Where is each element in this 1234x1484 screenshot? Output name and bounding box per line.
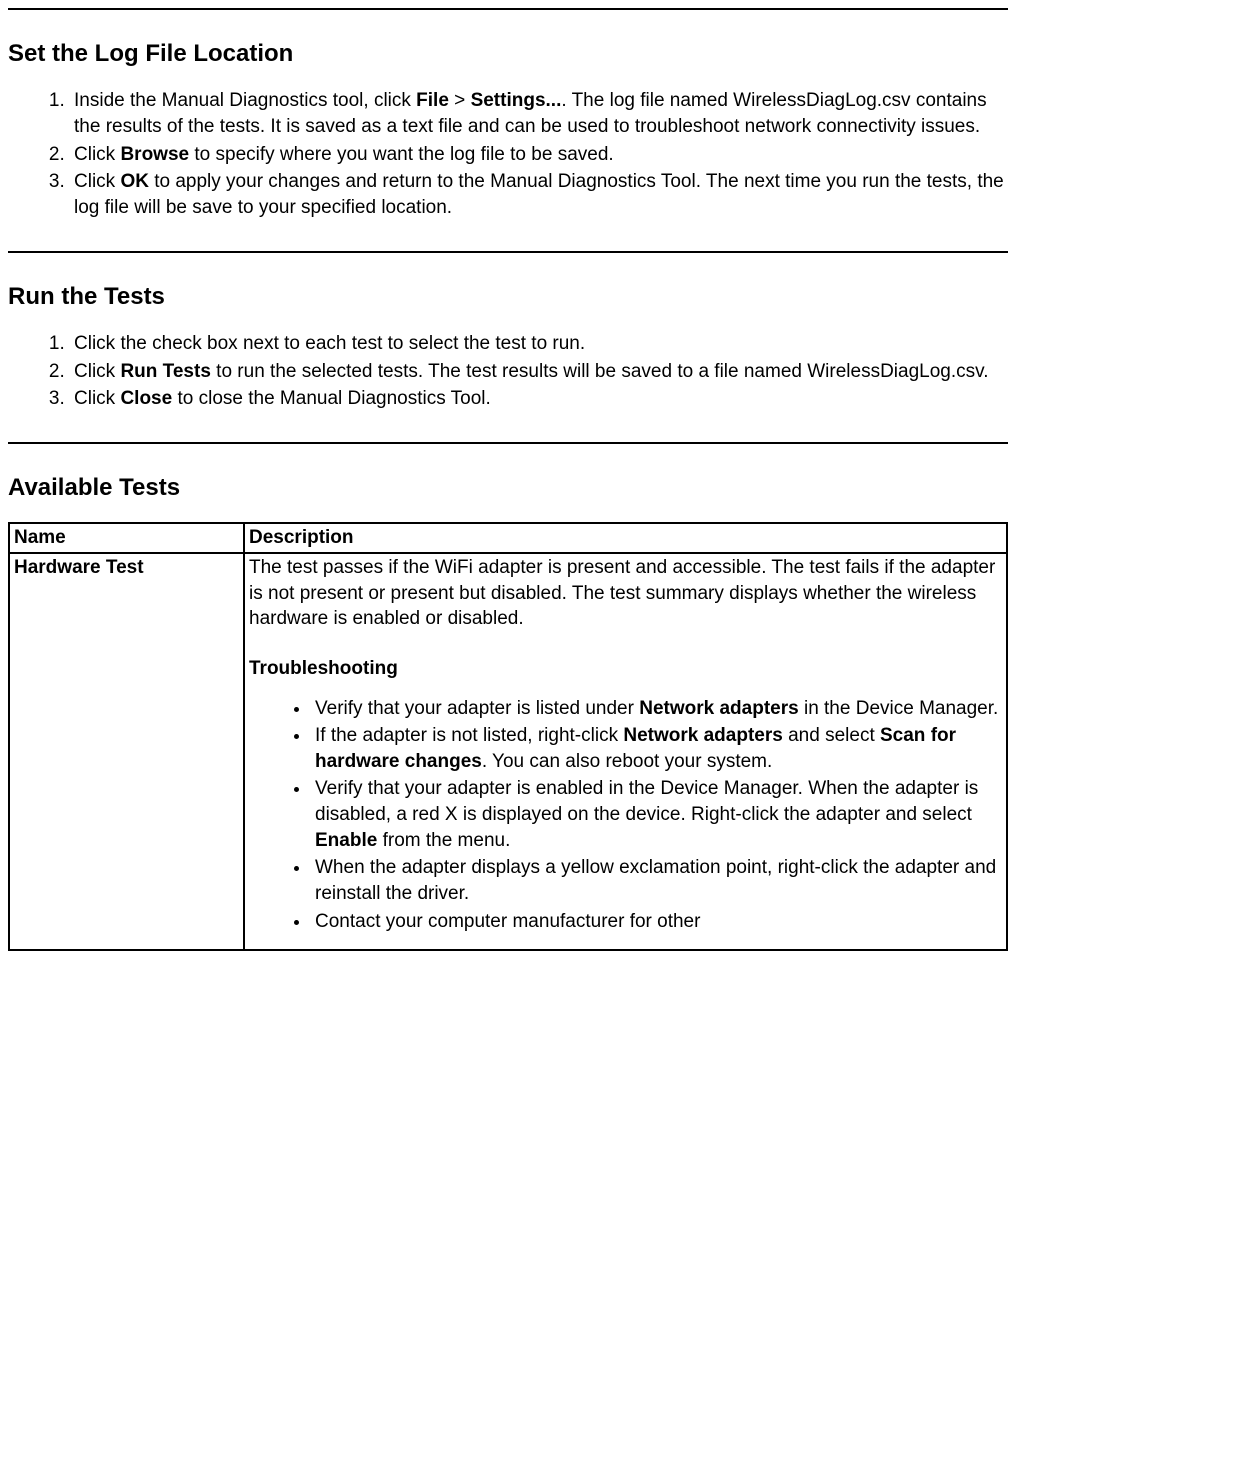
list-item: Contact your computer manufacturer for o… (311, 909, 1002, 935)
table-header-name: Name (9, 523, 244, 553)
text: to run the selected tests. The test resu… (211, 361, 989, 382)
test-description-cell: The test passes if the WiFi adapter is p… (244, 553, 1007, 950)
bold-text: Network adapters (623, 725, 782, 746)
table-header-row: Name Description (9, 523, 1007, 553)
text: Click (74, 144, 120, 165)
text: Click (74, 171, 120, 192)
text: Verify that your adapter is enabled in t… (315, 778, 978, 825)
bold-text: Close (120, 388, 172, 409)
bold-text: Settings... (471, 90, 562, 111)
text: to specify where you want the log file t… (189, 144, 614, 165)
test-name-cell: Hardware Test (9, 553, 244, 950)
list-item: Click Close to close the Manual Diagnost… (70, 386, 1008, 412)
list-item: Click OK to apply your changes and retur… (70, 169, 1008, 220)
available-tests-table: Name Description Hardware Test The test … (8, 522, 1008, 951)
section-divider (8, 442, 1008, 444)
troubleshooting-heading: Troubleshooting (249, 656, 1002, 682)
list-item: Click the check box next to each test to… (70, 331, 1008, 357)
text: from the menu. (377, 830, 510, 851)
heading-available-tests: Available Tests (8, 472, 1008, 504)
list-item: When the adapter displays a yellow excla… (311, 855, 1002, 906)
table-row: Hardware Test The test passes if the WiF… (9, 553, 1007, 950)
set-log-file-steps: Inside the Manual Diagnostics tool, clic… (8, 88, 1008, 220)
text: and select (783, 725, 880, 746)
bold-text: OK (120, 171, 149, 192)
run-tests-steps: Click the check box next to each test to… (8, 331, 1008, 412)
list-item: Verify that your adapter is enabled in t… (311, 776, 1002, 853)
heading-set-log-file-location: Set the Log File Location (8, 38, 1008, 70)
text: If the adapter is not listed, right-clic… (315, 725, 623, 746)
bold-text: Browse (120, 144, 189, 165)
text: When the adapter displays a yellow excla… (315, 857, 996, 904)
bold-text: Enable (315, 830, 377, 851)
text: . You can also reboot your system. (482, 751, 772, 772)
list-item: Inside the Manual Diagnostics tool, clic… (70, 88, 1008, 139)
text: to close the Manual Diagnostics Tool. (172, 388, 491, 409)
heading-run-the-tests: Run the Tests (8, 281, 1008, 313)
text: Verify that your adapter is listed under (315, 698, 639, 719)
text: in the Device Manager. (799, 698, 999, 719)
text: Click (74, 388, 120, 409)
table-header-description: Description (244, 523, 1007, 553)
text: to apply your changes and return to the … (74, 171, 1004, 218)
text: > (449, 90, 471, 111)
list-item: Verify that your adapter is listed under… (311, 696, 1002, 722)
section-divider (8, 251, 1008, 253)
text: Inside the Manual Diagnostics tool, clic… (74, 90, 416, 111)
list-item: If the adapter is not listed, right-clic… (311, 723, 1002, 774)
bold-text: Run Tests (120, 361, 210, 382)
bold-text: File (416, 90, 449, 111)
list-item: Click Run Tests to run the selected test… (70, 359, 1008, 385)
text: Contact your computer manufacturer for o… (315, 911, 700, 932)
text: Click the check box next to each test to… (74, 333, 585, 354)
text: Click (74, 361, 120, 382)
troubleshooting-list: Verify that your adapter is listed under… (249, 696, 1002, 935)
list-item: Click Browse to specify where you want t… (70, 142, 1008, 168)
top-rule (8, 8, 1008, 10)
description-paragraph: The test passes if the WiFi adapter is p… (249, 555, 1002, 632)
bold-text: Network adapters (639, 698, 798, 719)
